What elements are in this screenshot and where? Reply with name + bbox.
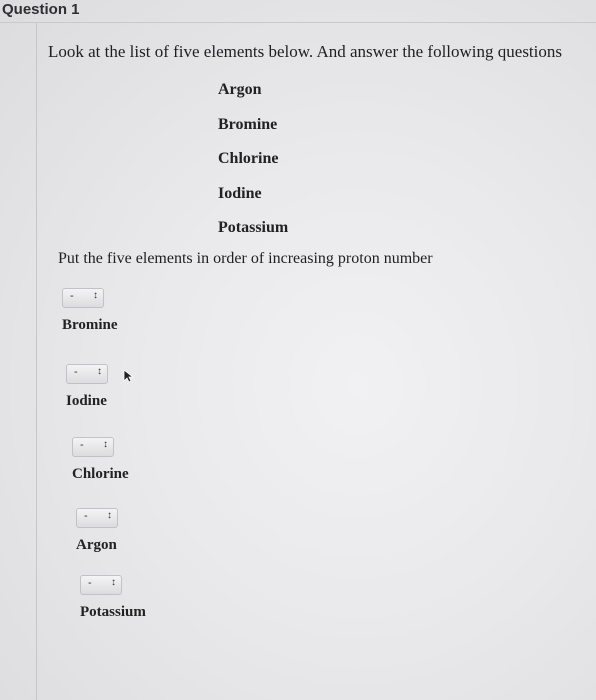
element-item-bromine: Bromine bbox=[218, 115, 278, 133]
up-down-chevron-icon: ↕ bbox=[93, 290, 98, 301]
up-down-chevron-icon: ↕ bbox=[107, 510, 112, 521]
select-value: - bbox=[70, 290, 74, 302]
rank-select-argon[interactable]: - ↕ bbox=[76, 508, 118, 528]
element-item-chlorine: Chlorine bbox=[218, 150, 279, 167]
element-list: Argon Bromine Chlorine Iodine Potassium bbox=[218, 78, 288, 251]
question-header: Question 1 bbox=[0, 0, 596, 23]
up-down-chevron-icon: ↕ bbox=[111, 577, 116, 588]
element-item-iodine: Iodine bbox=[218, 184, 262, 202]
answer-group-chlorine: - ↕ Chlorine bbox=[72, 437, 129, 483]
question-page: Question 1 Look at the list of five elem… bbox=[0, 0, 596, 700]
rank-select-iodine[interactable]: - ↕ bbox=[66, 364, 108, 384]
answer-group-bromine: - ↕ Bromine bbox=[62, 288, 118, 334]
select-value: - bbox=[88, 577, 92, 589]
element-item-potassium: Potassium bbox=[218, 219, 289, 236]
rank-select-bromine[interactable]: - ↕ bbox=[62, 288, 104, 308]
answer-group-potassium: - ↕ Potassium bbox=[80, 575, 146, 621]
select-value: - bbox=[74, 366, 78, 378]
answer-group-iodine: - ↕ Iodine bbox=[66, 364, 108, 410]
ordering-prompt: Put the five elements in order of increa… bbox=[58, 250, 433, 267]
select-value: - bbox=[84, 510, 88, 522]
rank-select-potassium[interactable]: - ↕ bbox=[80, 575, 122, 595]
element-item-argon: Argon bbox=[218, 81, 262, 98]
answer-label-bromine: Bromine bbox=[62, 317, 118, 333]
answer-label-argon: Argon bbox=[76, 537, 117, 553]
answer-group-argon: - ↕ Argon bbox=[76, 508, 118, 554]
answer-label-chlorine: Chlorine bbox=[72, 466, 129, 482]
up-down-chevron-icon: ↕ bbox=[103, 439, 108, 450]
up-down-chevron-icon: ↕ bbox=[97, 366, 102, 377]
rank-select-chlorine[interactable]: - ↕ bbox=[72, 437, 114, 457]
mouse-pointer-icon bbox=[123, 369, 135, 383]
answer-label-iodine: Iodine bbox=[66, 393, 107, 409]
select-value: - bbox=[80, 439, 84, 451]
answer-label-potassium: Potassium bbox=[80, 604, 146, 620]
question-title: Question 1 bbox=[2, 1, 80, 18]
question-intro: Look at the list of five elements below.… bbox=[48, 42, 562, 61]
